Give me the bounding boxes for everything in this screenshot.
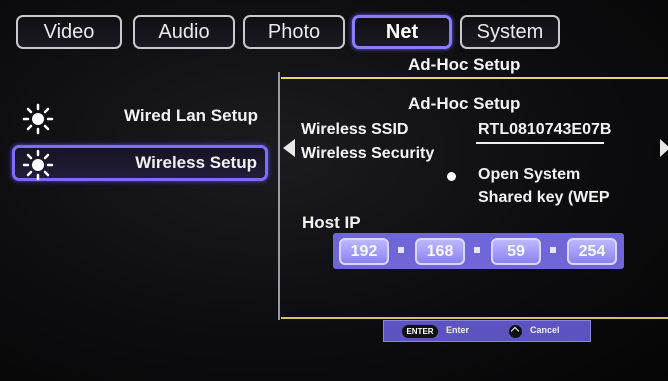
ip-separator bbox=[398, 247, 404, 253]
enter-key-icon: ENTER bbox=[402, 325, 438, 338]
cancel-hint-label: Cancel bbox=[530, 325, 560, 335]
ip-octet-3[interactable]: 59 bbox=[491, 238, 541, 265]
radio-selected-icon bbox=[447, 172, 456, 181]
security-label: Wireless Security bbox=[301, 145, 435, 162]
key-hint-bar: ENTER Enter Cancel bbox=[383, 320, 591, 342]
top-divider bbox=[281, 77, 668, 79]
sun-icon bbox=[22, 149, 54, 181]
setup-screen: Video Audio Photo Net System Ad-Hoc Setu… bbox=[0, 0, 668, 381]
tab-photo[interactable]: Photo bbox=[243, 15, 345, 49]
return-icon bbox=[509, 325, 522, 338]
arrow-right-icon[interactable] bbox=[660, 139, 668, 157]
sidebar-item-label: Wireless Setup bbox=[135, 153, 257, 172]
sidebar-item-label: Wired Lan Setup bbox=[124, 106, 258, 125]
ip-separator bbox=[474, 247, 480, 253]
tab-net[interactable]: Net bbox=[352, 15, 452, 49]
tab-video[interactable]: Video bbox=[16, 15, 122, 49]
section-title: Ad-Hoc Setup bbox=[408, 55, 521, 74]
host-ip-label: Host IP bbox=[302, 213, 361, 232]
ssid-field[interactable]: RTL0810743E07B bbox=[478, 121, 611, 139]
ssid-label: Wireless SSID bbox=[301, 121, 409, 138]
enter-hint-label: Enter bbox=[446, 325, 470, 335]
tab-audio[interactable]: Audio bbox=[133, 15, 235, 49]
bottom-divider bbox=[281, 317, 668, 319]
panel-title: Ad-Hoc Setup bbox=[408, 94, 521, 113]
sidebar-item-wired-lan[interactable]: Wired Lan Setup bbox=[12, 100, 268, 136]
ip-octet-2[interactable]: 168 bbox=[415, 238, 465, 265]
sidebar-item-wireless[interactable]: Wireless Setup bbox=[12, 145, 268, 181]
ip-octet-1[interactable]: 192 bbox=[339, 238, 389, 265]
sun-icon bbox=[22, 103, 54, 135]
security-option-shared[interactable]: Shared key (WEP bbox=[478, 189, 610, 207]
ssid-underline bbox=[476, 142, 604, 144]
ip-separator bbox=[550, 247, 556, 253]
vertical-divider bbox=[278, 72, 280, 320]
security-option-open[interactable]: Open System bbox=[478, 166, 580, 184]
arrow-left-icon[interactable] bbox=[283, 139, 295, 157]
tab-system[interactable]: System bbox=[460, 15, 560, 49]
ip-octet-4[interactable]: 254 bbox=[567, 238, 617, 265]
